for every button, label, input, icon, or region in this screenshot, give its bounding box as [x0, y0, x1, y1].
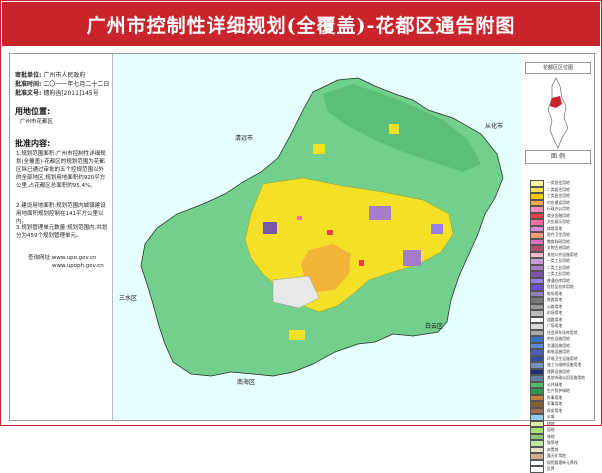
legend-label: 区界 — [547, 466, 555, 472]
legend-label: 交通设施用地 — [547, 342, 570, 348]
legend-label: 生产防护绿地 — [547, 388, 570, 394]
legend-label: 广场用地 — [547, 323, 563, 329]
commercial-block-2 — [359, 260, 364, 266]
legend-label: 机场用地 — [547, 310, 563, 316]
legend-label: 军事用地 — [547, 401, 563, 407]
approval-doc: 批准文号: 穗府函[2011]145号 — [15, 88, 99, 97]
industrial-zone-2 — [403, 250, 421, 266]
locator-map — [547, 77, 569, 149]
guangzhou-outline — [547, 77, 569, 149]
legend-label: 其他公共设施用地 — [547, 251, 578, 257]
location-value: 广州市花都区 — [20, 119, 54, 125]
legend-label: 弃置地 — [547, 446, 559, 452]
legend-item: 区界 — [530, 466, 592, 473]
legend-label: 医疗卫生用地 — [547, 232, 570, 238]
map-frame: 广州市控制性详细规划(全覆盖)-花都区通告附图 审批单位: 广州市人民政府 批准… — [0, 0, 602, 473]
legend-label: 铁路用地 — [547, 297, 563, 303]
legend-label: 道路用地 — [547, 316, 563, 322]
legend-label: 公路用地 — [547, 303, 563, 309]
info-panel: 审批单位: 广州市人民政府 批准时间: 二〇一一年七月二十二日 批准文号: 穗府… — [10, 54, 113, 420]
legend-label: 保安用地 — [547, 407, 563, 413]
place-baiyun: 白云区 — [425, 322, 443, 330]
legend-label: 水域 — [547, 414, 555, 420]
legend-label: 殡葬设施用地 — [547, 368, 570, 374]
industrial-zone-1 — [369, 206, 391, 220]
legend-label: 环境卫生设施用地 — [547, 355, 578, 361]
legend-label: 二类居住用地 — [547, 186, 570, 192]
legend-label: 堆场用地 — [547, 290, 563, 296]
legend-label: 一类居住用地 — [547, 180, 570, 186]
industrial-zone-3 — [263, 222, 277, 234]
content-heading: 批准内容: — [15, 139, 51, 148]
legend-label: 三类工业用地 — [547, 271, 570, 277]
legend-label: 供应设施用地 — [547, 336, 570, 342]
right-panel: 花都区区位图 图 例 一类居住用地 二类居住用地 三类居住用地 村庄建设用地 行政办公用… — [522, 54, 594, 473]
content-paragraph-3: 3.规划管理单元数量:规划范围内,共划分为459个规划管理单元。 — [16, 225, 108, 239]
legend-label: 文化娱乐用地 — [547, 219, 570, 225]
approval-time-value: 二〇一一年七月二十二日 — [43, 81, 110, 88]
legend-label: 公共绿地 — [547, 381, 563, 387]
content-area: 审批单位: 广州市人民政府 批准时间: 二〇一一年七月二十二日 批准文号: 穗府… — [9, 53, 595, 473]
legend-label: 牧草地 — [547, 440, 559, 446]
legend-label: 普通仓库用地 — [547, 277, 570, 283]
place-conghua: 从化市 — [485, 122, 503, 130]
locator-map-title: 花都区区位图 — [525, 62, 591, 74]
place-nanhai: 南海区 — [237, 378, 255, 386]
legend-label: 规划管理单元界线 — [547, 459, 578, 465]
legend-label: 一类工业用地 — [547, 258, 570, 264]
legend-label: 二类工业用地 — [547, 264, 570, 270]
query-url-1: 查询网址:www.upo.gov.cn — [28, 255, 97, 261]
page-title: 广州市控制性详细规划(全覆盖)-花都区通告附图 — [2, 2, 600, 46]
legend-label: 危险品仓库用地 — [547, 284, 574, 290]
approval-unit: 审批单位: 广州市人民政府 — [15, 70, 85, 79]
approval-doc-value: 穗府函[2011]145号 — [43, 90, 99, 97]
legend-label: 体育用地 — [547, 225, 563, 231]
legend-label: 社会停车场库用地 — [547, 329, 578, 335]
approval-doc-label: 批准文号: — [15, 90, 42, 97]
commercial-block-3 — [297, 216, 302, 220]
district-map: 清远市 从化市 三水区 白云区 南海区 — [113, 54, 521, 420]
legend-label: 邮电设施用地 — [547, 349, 570, 355]
place-qingyuan: 清远市 — [235, 134, 253, 142]
north-town — [313, 144, 325, 154]
legend-label: 林地 — [547, 433, 555, 439]
legend-label: 三类居住用地 — [547, 193, 570, 199]
location-heading: 用地位置: — [15, 107, 51, 116]
map-area[interactable]: 清远市 从化市 三水区 白云区 南海区 — [113, 54, 521, 420]
legend-label: 村庄建设用地 — [547, 199, 570, 205]
legend-label: 其他市政公用设施用地 — [547, 375, 585, 381]
approval-time: 批准时间: 二〇一一年七月二十二日 — [15, 79, 109, 88]
legend-label: 园地 — [547, 427, 555, 433]
industrial-zone-4 — [431, 224, 443, 234]
legend-label: 行政办公用地 — [547, 206, 570, 212]
legend-label: 文物古迹用地 — [547, 245, 570, 251]
approval-time-label: 批准时间: — [15, 81, 42, 88]
legend-label: 施工与维修设施用地 — [547, 362, 582, 368]
approval-unit-label: 审批单位: — [15, 72, 42, 79]
approval-unit-value: 广州市人民政府 — [43, 72, 86, 79]
legend-swatch — [530, 466, 544, 473]
legend-label: 商业金融用地 — [547, 212, 570, 218]
legend-list: 一类居住用地 二类居住用地 三类居住用地 村庄建设用地 行政办公用地 商业金融用地 文化娱乐… — [530, 180, 592, 473]
northeast-town — [389, 124, 399, 134]
content-paragraph-1: 1.规划范围面积:广州市控制性详细规划(全覆盖)-花都区的规划范围为花都区除已通… — [16, 151, 106, 189]
commercial-block-1 — [327, 230, 333, 235]
legend-label: 教育科研用地 — [547, 238, 570, 244]
legend-label: 外事用地 — [547, 394, 563, 400]
legend-label: 露天矿用地 — [547, 453, 566, 459]
southern-town — [289, 330, 305, 340]
legend-title: 图 例 — [525, 150, 591, 164]
content-paragraph-2: 2.建设用地面积:规划范围内城镇建设用地面积规划控制在141平方公里以内。 — [16, 203, 106, 225]
place-sanshui: 三水区 — [119, 294, 137, 302]
